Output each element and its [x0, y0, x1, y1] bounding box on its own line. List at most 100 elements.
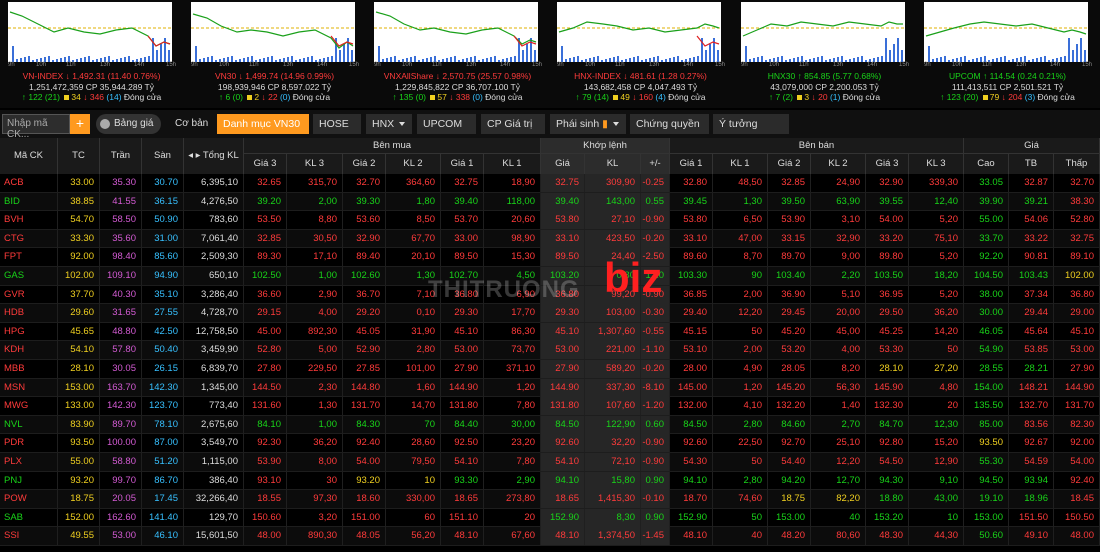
index-panel[interactable]: 9h 10h 11h 13h 14h 15h UPCOM ↑ 114.54 (0.24 0… — [916, 0, 1099, 108]
price-board-toggle[interactable]: Bảng giá — [96, 114, 162, 134]
table-row[interactable]: HDB 29.60 31.65 27.55 4,728,70 29.15 4,00 29.20… — [0, 304, 1100, 323]
table-row[interactable]: PDR 93.50 100.00 87.00 3,549,70 92.30 36,20 92.… — [0, 434, 1100, 453]
table-cell: 1,345,00 — [184, 378, 244, 397]
menu-7[interactable]: Ý tưởng GD★ — [713, 114, 789, 150]
table-cell: 94.20 — [768, 471, 811, 490]
table-row[interactable]: POW 18.75 20.05 17.45 32,266,40 18.55 97,30 18.… — [0, 490, 1100, 509]
table-row[interactable]: BID 38.85 41.55 36.15 4,276,50 39.20 2,00 39.30… — [0, 192, 1100, 212]
table-row[interactable]: BVH 54.70 58.50 50.90 783,60 53.50 8,80 53.60 8,… — [0, 211, 1100, 230]
table-row[interactable]: SAB 152.00 162.60 141.40 129,70 150.60 3,20 151… — [0, 508, 1100, 528]
table-row[interactable]: PLX 55.00 58.80 51.20 1,115,00 53.90 8,00 54.00… — [0, 453, 1100, 472]
table-row[interactable]: GAS 102.00 109.10 94.90 650,10 102.50 1,00 102.… — [0, 267, 1100, 286]
col-sub-18: Giá 3 — [866, 154, 909, 174]
table-cell: 36.80 — [1054, 285, 1100, 304]
symbol-cell[interactable]: GAS — [0, 267, 58, 285]
table-cell: 123.70 — [142, 397, 184, 416]
index-name: VN30 — [214, 71, 237, 81]
floor-count: (0) — [279, 92, 291, 102]
symbol-cell[interactable]: PDR — [0, 434, 58, 453]
search-input[interactable]: Nhập mã CK... — [2, 114, 70, 140]
symbol-cell[interactable]: MBB — [0, 360, 58, 378]
market-status: Đóng cửa — [485, 92, 523, 102]
chart-tick-label: 10h — [402, 62, 413, 68]
symbol-cell[interactable]: PNJ — [0, 471, 58, 490]
declines-count: ↓ 346 — [83, 92, 105, 102]
table-cell: 20,60 — [484, 211, 541, 230]
symbol-cell[interactable]: ACB — [0, 174, 58, 192]
table-row[interactable]: PNJ 93.20 99.70 86.70 386,40 93.10 30 93.20 10 93… — [0, 471, 1100, 491]
table-cell: 6,90 — [484, 285, 541, 304]
table-cell: 50 — [713, 322, 768, 341]
symbol-cell[interactable]: POW — [0, 490, 58, 509]
index-panel[interactable]: 9h 10h 11h 13h 14h 15h HNX-INDEX ↓ 481.61 (1.… — [549, 0, 732, 108]
table-cell: 92.20 — [964, 248, 1009, 267]
symbol-cell[interactable]: FPT — [0, 248, 58, 267]
table-cell: 27.80 — [244, 360, 287, 378]
col-total-volume[interactable]: ◂ ▸ Tổng KL — [184, 138, 244, 174]
index-mini-chart — [8, 2, 172, 62]
symbol-cell[interactable]: GVR — [0, 285, 58, 304]
menu-5[interactable]: Phái sinh ▮ — [550, 114, 626, 134]
table-cell: 54.40 — [768, 453, 811, 471]
symbol-cell[interactable]: BVH — [0, 211, 58, 230]
table-cell: 20 — [484, 508, 541, 527]
add-symbol-button[interactable]: + — [70, 114, 90, 134]
menu-3[interactable]: UPCOM — [417, 114, 476, 147]
index-panel[interactable]: 9h 10h 11h 13h 14h 15h VNXAllShare ↓ 2,570.75… — [366, 0, 549, 108]
symbol-cell[interactable]: MWG — [0, 397, 58, 416]
table-cell: 1,40 — [811, 397, 866, 416]
menu-0[interactable]: Danh mục VN30 — [217, 114, 309, 147]
table-cell: 39.40 — [541, 192, 585, 211]
table-cell: 29.20 — [343, 304, 386, 323]
table-row[interactable]: ACB 33.00 35.30 30.70 6,395,10 32.65 315,70 32.… — [0, 174, 1100, 193]
symbol-cell[interactable]: MSN — [0, 378, 58, 397]
col-symbol[interactable]: Mã CK — [0, 138, 58, 174]
table-cell: -8.10 — [641, 378, 670, 397]
table-row[interactable]: CTG 33.30 35.60 31.00 7,061,40 32.85 30,50 32.9… — [0, 229, 1100, 249]
table-row[interactable]: MBB 28.10 30.05 26.15 6,839,70 27.80 229,50 27.… — [0, 360, 1100, 379]
symbol-cell[interactable]: HDB — [0, 304, 58, 323]
symbol-cell[interactable]: NVL — [0, 415, 58, 434]
table-row[interactable]: MSN 153.00 163.70 142.30 1,345,00 144.50 2,30 1… — [0, 378, 1100, 398]
symbol-cell[interactable]: CTG — [0, 229, 58, 248]
menu-2[interactable]: HNX — [366, 114, 412, 134]
table-row[interactable]: FPT 92.00 98.40 85.60 2,509,30 89.30 17,10 89.4… — [0, 248, 1100, 267]
table-row[interactable]: KDH 54.10 57.80 50.40 3,459,90 52.80 5,00 52.90… — [0, 341, 1100, 360]
table-row[interactable]: NVL 83.90 89.70 78.10 2,675,60 84.10 1,00 84.30… — [0, 415, 1100, 435]
symbol-cell[interactable]: SSI — [0, 527, 58, 546]
symbol-cell[interactable]: BID — [0, 192, 58, 211]
menu-1[interactable]: HOSE — [313, 114, 361, 147]
index-value: ↓ 481.61 (1.28 0.27%) — [623, 71, 707, 81]
symbol-cell[interactable]: HPG — [0, 322, 58, 341]
index-cp-value: 2,501.521 — [1013, 82, 1052, 92]
index-panel[interactable]: 9h 10h 11h 13h 14h 15h HNX30 ↑ 854.85 (5.77 0… — [733, 0, 916, 108]
table-cell: 92.60 — [541, 434, 585, 453]
index-panel[interactable]: 9h 10h 11h 13h 14h 15h VN30 ↓ 1,499.74 (14.96… — [183, 0, 366, 108]
table-cell: 151.00 — [343, 508, 386, 527]
table-cell: 93.50 — [58, 434, 100, 453]
symbol-cell[interactable]: KDH — [0, 341, 58, 360]
symbol-cell[interactable]: PLX — [0, 453, 58, 471]
table-cell: 32.75 — [1054, 229, 1100, 248]
index-panel[interactable]: 9h 10h 11h 13h 14h 15h VN-INDEX ↓ 1,492.31 (1… — [0, 0, 183, 108]
menu-6[interactable]: Chứng quyền — [630, 114, 709, 147]
table-cell: 12,40 — [909, 192, 964, 211]
index-mini-chart — [924, 2, 1088, 62]
table-cell: 152.00 — [58, 508, 100, 527]
advances-count: ↑ 123 (20) — [940, 92, 979, 102]
table-cell: 28.21 — [1009, 360, 1054, 378]
index-mini-chart — [374, 2, 538, 62]
chevron-down-icon — [399, 122, 406, 127]
table-row[interactable]: HPG 45.65 48.80 42.50 12,758,50 45.00 892,30 45… — [0, 322, 1100, 342]
table-row[interactable]: MWG 133.00 142.30 123.70 773,40 131.60 1,30 131… — [0, 397, 1100, 416]
table-cell: 38.30 — [1054, 192, 1100, 211]
table-row[interactable]: GVR 37.70 40.30 35.10 3,286,40 36.60 2,90 36.70… — [0, 285, 1100, 305]
table-cell: 5,20 — [909, 211, 964, 230]
basic-view-button[interactable]: Cơ bản — [175, 114, 208, 134]
table-cell: 45.64 — [1009, 322, 1054, 341]
menu-label: CP Giá trị — [487, 118, 533, 130]
chart-tick-label: 15h — [532, 62, 543, 68]
menu-4[interactable]: CP Giá trị — [481, 114, 545, 147]
table-row[interactable]: SSI 49.55 53.00 46.10 15,601,50 48.00 890,30 48… — [0, 527, 1100, 546]
symbol-cell[interactable]: SAB — [0, 508, 58, 527]
